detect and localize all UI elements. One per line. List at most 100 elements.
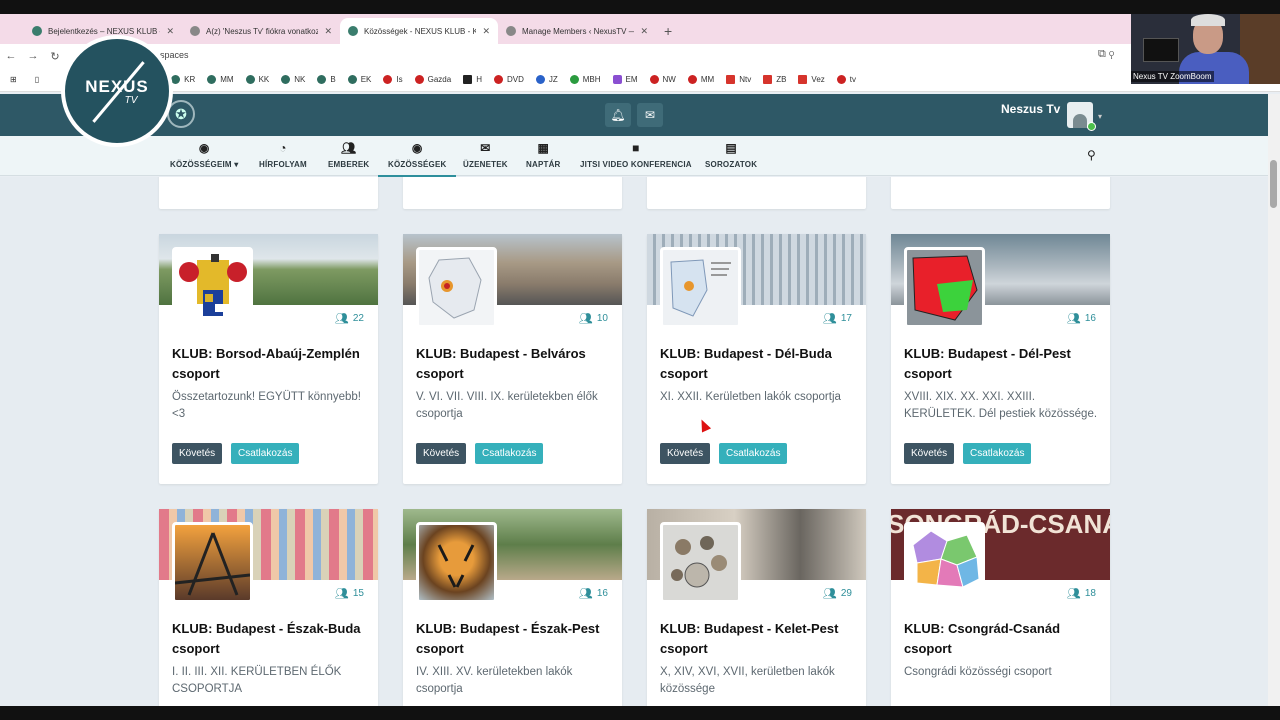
group-thumbnail[interactable] xyxy=(416,522,497,603)
close-icon[interactable]: ✕ xyxy=(324,26,332,37)
group-thumbnail[interactable] xyxy=(172,522,253,603)
reading-list-icon[interactable]: ▯ xyxy=(35,75,39,84)
bridge-icon xyxy=(175,532,250,596)
nav-people[interactable]: 👥︎ EMBEREK xyxy=(328,140,369,169)
apps-icon[interactable]: ⊞ xyxy=(10,75,17,84)
bookmark-gazda[interactable]: Gazda xyxy=(414,75,451,84)
bookmark-em[interactable]: EM xyxy=(612,75,638,84)
browser-tab-4[interactable]: Manage Members ‹ NexusTV — ... ✕ xyxy=(498,18,656,44)
join-button[interactable]: Csatlakozás xyxy=(963,443,1032,464)
chevron-down-icon[interactable]: ▾ xyxy=(1098,112,1102,121)
group-title[interactable]: KLUB: Budapest - Dél-Buda csoport xyxy=(660,344,850,384)
bookmark-mm[interactable]: MM xyxy=(207,75,234,84)
scrollbar[interactable] xyxy=(1268,94,1280,714)
group-thumbnail[interactable] xyxy=(904,247,985,328)
nav-feed[interactable]: ◔ HÍRFOLYAM xyxy=(259,140,307,169)
group-title[interactable]: KLUB: Budapest - Észak-Buda csoport xyxy=(172,619,362,659)
forward-icon[interactable]: → xyxy=(22,50,44,62)
group-title[interactable]: KLUB: Budapest - Észak-Pest csoport xyxy=(416,619,606,659)
bookmark-mm2[interactable]: MM xyxy=(687,75,714,84)
nav-label: SOROZATOK xyxy=(705,160,758,169)
group-card[interactable]: 👥︎ 22 KLUB: Borsod-Abaúj-Zemplén csoport … xyxy=(159,234,378,484)
group-card-partial: Követés Csatlakozás xyxy=(159,177,378,209)
group-card[interactable]: 👥︎ 29 KLUB: Budapest - Kelet-Pest csoport… xyxy=(647,509,866,720)
map-icon xyxy=(670,259,731,317)
group-thumbnail[interactable] xyxy=(416,247,497,328)
group-card[interactable]: 👥︎ 15 KLUB: Budapest - Észak-Buda csoport… xyxy=(159,509,378,720)
search-icon[interactable]: ⚲ xyxy=(1087,148,1096,162)
browser-tab-2[interactable]: A(z) 'Neszus Tv' fiókra vonatkoz... ✕ xyxy=(182,18,340,44)
group-thumbnail[interactable] xyxy=(904,522,985,603)
tab-title: Közösségek - NEXUS KLUB - Kö... xyxy=(364,26,477,36)
follow-button[interactable]: Követés xyxy=(904,443,955,464)
users-icon: 👥︎ xyxy=(578,313,593,325)
bookmark-nw[interactable]: NW xyxy=(649,75,676,84)
group-thumbnail[interactable] xyxy=(660,522,741,603)
bookmark-kk[interactable]: KK xyxy=(245,75,269,84)
nav-groups[interactable]: ◉ KÖZÖSSÉGEK xyxy=(377,140,457,177)
bookmark-nk[interactable]: NK xyxy=(281,75,305,84)
bookmark-label: tv xyxy=(849,75,856,84)
bell-icon[interactable]: 🔔︎ xyxy=(605,103,631,127)
follow-button[interactable]: Követés xyxy=(172,443,223,464)
nav-jitsi[interactable]: ■ JITSI VIDEO KONFERENCIA xyxy=(580,140,692,169)
join-button[interactable]: Csatlakozás xyxy=(719,443,788,464)
users-icon: 👥︎ xyxy=(340,141,357,155)
nav-label: NAPTÁR xyxy=(526,160,561,169)
back-icon[interactable]: ← xyxy=(0,50,22,62)
group-title[interactable]: KLUB: Csongrád-Csanád csoport xyxy=(904,619,1094,659)
nav-messages[interactable]: ✉ ÜZENETEK xyxy=(463,140,508,169)
group-title[interactable]: KLUB: Budapest - Belváros csoport xyxy=(416,344,606,384)
bookmark-is[interactable]: Is xyxy=(383,75,403,84)
nav-my-groups[interactable]: ◉ KÖZÖSSÉGEIM ▾ xyxy=(170,140,238,169)
bookmark-mbh[interactable]: MBH xyxy=(569,75,601,84)
bookmark-kr[interactable]: KR xyxy=(171,75,195,84)
close-icon[interactable]: ✕ xyxy=(482,26,490,37)
bookmark-icon xyxy=(569,75,579,84)
group-thumbnail[interactable] xyxy=(660,247,741,328)
follow-button[interactable]: Követés xyxy=(660,443,711,464)
reload-icon[interactable]: ↻ xyxy=(44,50,66,63)
group-card-partial: Követés Csatlakozás xyxy=(891,177,1110,209)
join-button[interactable]: Csatlakozás xyxy=(231,443,300,464)
site-logo[interactable]: NEXUS TV xyxy=(61,35,173,147)
member-count-value: 10 xyxy=(596,313,608,324)
group-card[interactable]: 👥︎ 16 KLUB: Budapest - Észak-Pest csoport… xyxy=(403,509,622,720)
bookmark-dvd[interactable]: DVD xyxy=(493,75,524,84)
group-thumbnail[interactable] xyxy=(172,247,253,328)
scrollbar-thumb[interactable] xyxy=(1270,160,1277,208)
groups-grid: Követés Csatlakozás Követés Csatlakozás … xyxy=(0,177,1268,720)
group-card-partial: Követés Csatlakozás xyxy=(647,177,866,209)
new-tab-button[interactable]: + xyxy=(656,18,680,44)
group-card[interactable]: 👥︎ 16 KLUB: Budapest - Dél-Pest csoport X… xyxy=(891,234,1110,484)
url-text[interactable]: spaces xyxy=(160,50,189,60)
group-title[interactable]: KLUB: Budapest - Kelet-Pest csoport xyxy=(660,619,850,659)
join-button[interactable]: Csatlakozás xyxy=(475,443,544,464)
close-icon[interactable]: ✕ xyxy=(166,26,174,37)
group-description: I. II. III. XII. KERÜLETBEN ÉLŐK CSOPORT… xyxy=(172,666,342,695)
nav-series[interactable]: ▤ SOROZATOK xyxy=(705,140,757,169)
close-icon[interactable]: ✕ xyxy=(640,26,648,37)
group-title[interactable]: KLUB: Budapest - Dél-Pest csoport xyxy=(904,344,1094,384)
bookmark-h[interactable]: H xyxy=(463,75,482,84)
bookmark-b[interactable]: B xyxy=(317,75,336,84)
bookmark-zb[interactable]: ZB xyxy=(763,75,786,84)
user-name[interactable]: Neszus Tv xyxy=(1001,102,1060,116)
browser-tab-3[interactable]: Közösségek - NEXUS KLUB - Kö... ✕ xyxy=(340,18,498,44)
member-count-value: 16 xyxy=(596,588,608,599)
group-card[interactable]: 👥︎ 10 KLUB: Budapest - Belváros csoport V… xyxy=(403,234,622,484)
bookmark-tv[interactable]: tv xyxy=(836,75,856,84)
bookmark-ntv[interactable]: Ntv xyxy=(726,75,751,84)
nav-calendar[interactable]: ▦ NAPTÁR xyxy=(526,140,561,169)
group-title[interactable]: KLUB: Borsod-Abaúj-Zemplén csoport xyxy=(172,344,362,384)
group-card[interactable]: SONGRÁD-CSANÁD EGYE 👥︎18 KLUB: Csongrád-… xyxy=(891,509,1110,720)
follow-button[interactable]: Követés xyxy=(416,443,467,464)
target-icon: ◉ xyxy=(411,141,423,155)
group-card[interactable]: 👥︎ 17 KLUB: Budapest - Dél-Buda csoport X… xyxy=(647,234,866,484)
bookmark-jz[interactable]: JZ xyxy=(535,75,558,84)
bookmark-ek[interactable]: EK xyxy=(347,75,371,84)
install-icon[interactable]: ⧉ ⚲ xyxy=(1098,48,1114,61)
envelope-icon[interactable]: ✉ xyxy=(637,103,663,127)
bookmark-vez[interactable]: Vez xyxy=(798,75,825,84)
site-favicon-icon xyxy=(190,26,200,36)
